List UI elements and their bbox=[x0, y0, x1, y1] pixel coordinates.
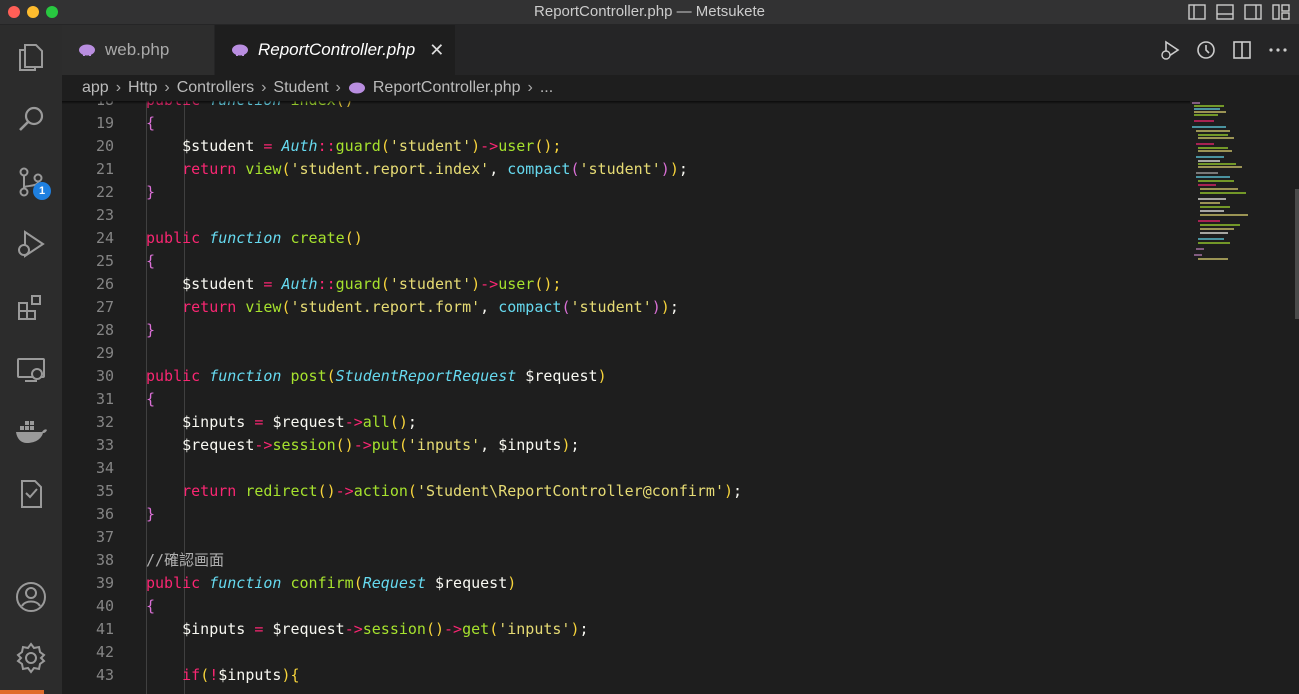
minimap[interactable] bbox=[1190, 101, 1290, 694]
breadcrumb-item[interactable]: app bbox=[82, 79, 109, 97]
code-line: 40{ bbox=[95, 597, 156, 615]
docker-icon[interactable] bbox=[13, 414, 49, 450]
code-line: 31{ bbox=[95, 390, 156, 408]
scroll-shadow bbox=[62, 101, 1190, 104]
breadcrumb-item[interactable]: ReportController.php bbox=[373, 79, 521, 97]
customize-layout-icon[interactable] bbox=[1271, 2, 1291, 22]
code-line: 29 bbox=[95, 344, 114, 362]
code-line: 39 public function confirm(Request $reque… bbox=[95, 574, 517, 592]
code-line: 28} bbox=[95, 321, 156, 339]
tab-label: ReportController.php bbox=[258, 40, 416, 59]
code-line: 20 $student = Auth::guard('student')->us… bbox=[95, 137, 562, 155]
code-line: 26 $student = Auth::guard('student')->us… bbox=[95, 275, 562, 293]
files-icon[interactable] bbox=[13, 39, 49, 75]
title-bar: ReportController.php — Metsukete bbox=[0, 0, 1299, 25]
activity-bar: 1 bbox=[0, 25, 62, 694]
breadcrumb-item[interactable]: Student bbox=[273, 79, 328, 97]
source-control-icon[interactable]: 1 bbox=[13, 164, 51, 200]
php-elephant-icon bbox=[348, 82, 365, 94]
settings-gear-icon[interactable] bbox=[13, 640, 49, 676]
code-line: 38//確認画面 bbox=[95, 551, 225, 569]
toggle-secondary-sidebar-icon[interactable] bbox=[1243, 2, 1263, 22]
code-line: 32 $inputs = $request->all(); bbox=[95, 413, 417, 431]
toggle-panel-icon[interactable] bbox=[1215, 2, 1235, 22]
editor-actions bbox=[1159, 39, 1289, 61]
chevron-right-icon: › bbox=[115, 79, 122, 96]
code-line: 24 public function create() bbox=[95, 229, 363, 247]
code-line: 23 bbox=[95, 206, 114, 224]
php-elephant-icon bbox=[79, 44, 95, 56]
code-line: 19{ bbox=[95, 114, 156, 132]
code-line: 42 bbox=[95, 643, 114, 661]
split-editor-icon[interactable] bbox=[1231, 39, 1253, 61]
code-line: 33 $request->session()->put('inputs', $i… bbox=[95, 436, 580, 454]
source-control-badge: 1 bbox=[33, 182, 51, 200]
status-indicator-strip bbox=[0, 690, 44, 694]
search-icon[interactable] bbox=[13, 101, 49, 137]
timeline-history-icon[interactable] bbox=[1195, 39, 1217, 61]
chevron-right-icon: › bbox=[527, 79, 533, 96]
window-title: ReportController.php — Metsukete bbox=[534, 3, 765, 20]
tab-label: web.php bbox=[105, 40, 170, 59]
run-debug-icon[interactable] bbox=[13, 226, 49, 262]
code-line: 41 $inputs = $request->session()->get('i… bbox=[95, 620, 589, 638]
account-icon[interactable] bbox=[13, 579, 49, 615]
code-line: 34 bbox=[95, 459, 114, 477]
extensions-icon[interactable] bbox=[13, 289, 49, 325]
close-icon[interactable]: ✕ bbox=[429, 40, 444, 61]
code-line: 30 public function post(StudentReportRequ… bbox=[95, 367, 607, 385]
toggle-primary-sidebar-icon[interactable] bbox=[1187, 2, 1207, 22]
breadcrumb-item[interactable]: Http bbox=[128, 79, 157, 97]
run-debug-icon[interactable] bbox=[1159, 39, 1181, 61]
chevron-right-icon: › bbox=[335, 79, 341, 96]
layout-controls bbox=[1187, 2, 1291, 22]
tab-web-php[interactable]: web.php bbox=[62, 25, 214, 75]
tab-report-controller[interactable]: ReportController.php ✕ bbox=[215, 25, 455, 75]
php-elephant-icon bbox=[232, 44, 248, 56]
test-report-icon[interactable] bbox=[13, 476, 49, 512]
code-line: 27 return view('student.report.form', co… bbox=[95, 298, 679, 316]
code-line: 22} bbox=[95, 183, 156, 201]
chevron-right-icon: › bbox=[261, 79, 267, 96]
breadcrumb-item[interactable]: Controllers bbox=[177, 79, 254, 97]
code-line: 37 bbox=[95, 528, 114, 546]
more-actions-icon[interactable] bbox=[1267, 39, 1289, 61]
remote-explorer-icon[interactable] bbox=[13, 352, 49, 388]
code-line: 43 if(!$inputs){ bbox=[95, 666, 300, 684]
editor-tab-bar: web.php ReportController.php ✕ bbox=[62, 25, 1299, 75]
breadcrumb: app › Http › Controllers › Student › ReportC… bbox=[62, 75, 1299, 101]
code-editor[interactable]: 18public function index() 19{ 20 $studen… bbox=[62, 101, 1299, 694]
vertical-scrollbar[interactable] bbox=[1295, 189, 1299, 319]
code-line: 36} bbox=[95, 505, 156, 523]
code-line: 35 return redirect()->action('Student\Re… bbox=[95, 482, 743, 500]
code-line: 25{ bbox=[95, 252, 156, 270]
code-line: 21 return view('student.report.index', c… bbox=[95, 160, 688, 178]
breadcrumb-item[interactable]: ... bbox=[540, 79, 553, 97]
chevron-right-icon: › bbox=[164, 79, 170, 96]
